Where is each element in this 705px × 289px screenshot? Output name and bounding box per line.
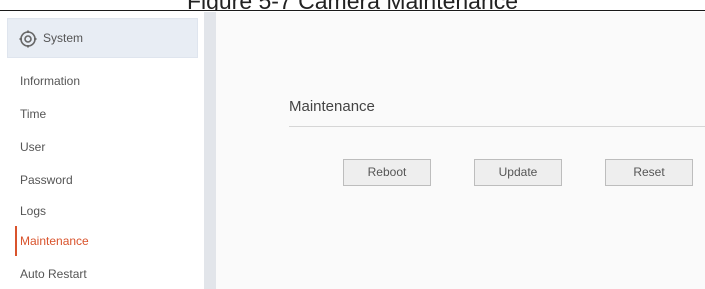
caption-underline bbox=[0, 10, 705, 11]
sidebar-divider bbox=[204, 12, 216, 289]
sidebar-item-maintenance[interactable]: Maintenance bbox=[20, 231, 200, 251]
sidebar-item-information[interactable]: Information bbox=[20, 71, 200, 91]
sidebar-item-password[interactable]: Password bbox=[20, 170, 200, 190]
sidebar-item-time[interactable]: Time bbox=[20, 104, 200, 124]
sidebar-header-label: System bbox=[43, 31, 84, 45]
section-title: Maintenance bbox=[289, 98, 375, 115]
sidebar-item-logs[interactable]: Logs bbox=[20, 201, 200, 221]
reset-button[interactable]: Reset bbox=[605, 159, 693, 186]
sidebar-header-system[interactable]: System bbox=[7, 18, 198, 58]
reboot-button[interactable]: Reboot bbox=[343, 159, 431, 186]
sidebar: System Information Time User Password Lo… bbox=[0, 12, 202, 289]
sidebar-item-user[interactable]: User bbox=[20, 137, 200, 157]
active-item-indicator bbox=[15, 226, 17, 256]
main-panel: Maintenance Reboot Update Reset bbox=[216, 12, 705, 289]
section-divider bbox=[289, 126, 705, 127]
update-button[interactable]: Update bbox=[474, 159, 562, 186]
sidebar-item-auto-restart[interactable]: Auto Restart bbox=[20, 264, 200, 284]
gear-icon bbox=[19, 30, 37, 48]
